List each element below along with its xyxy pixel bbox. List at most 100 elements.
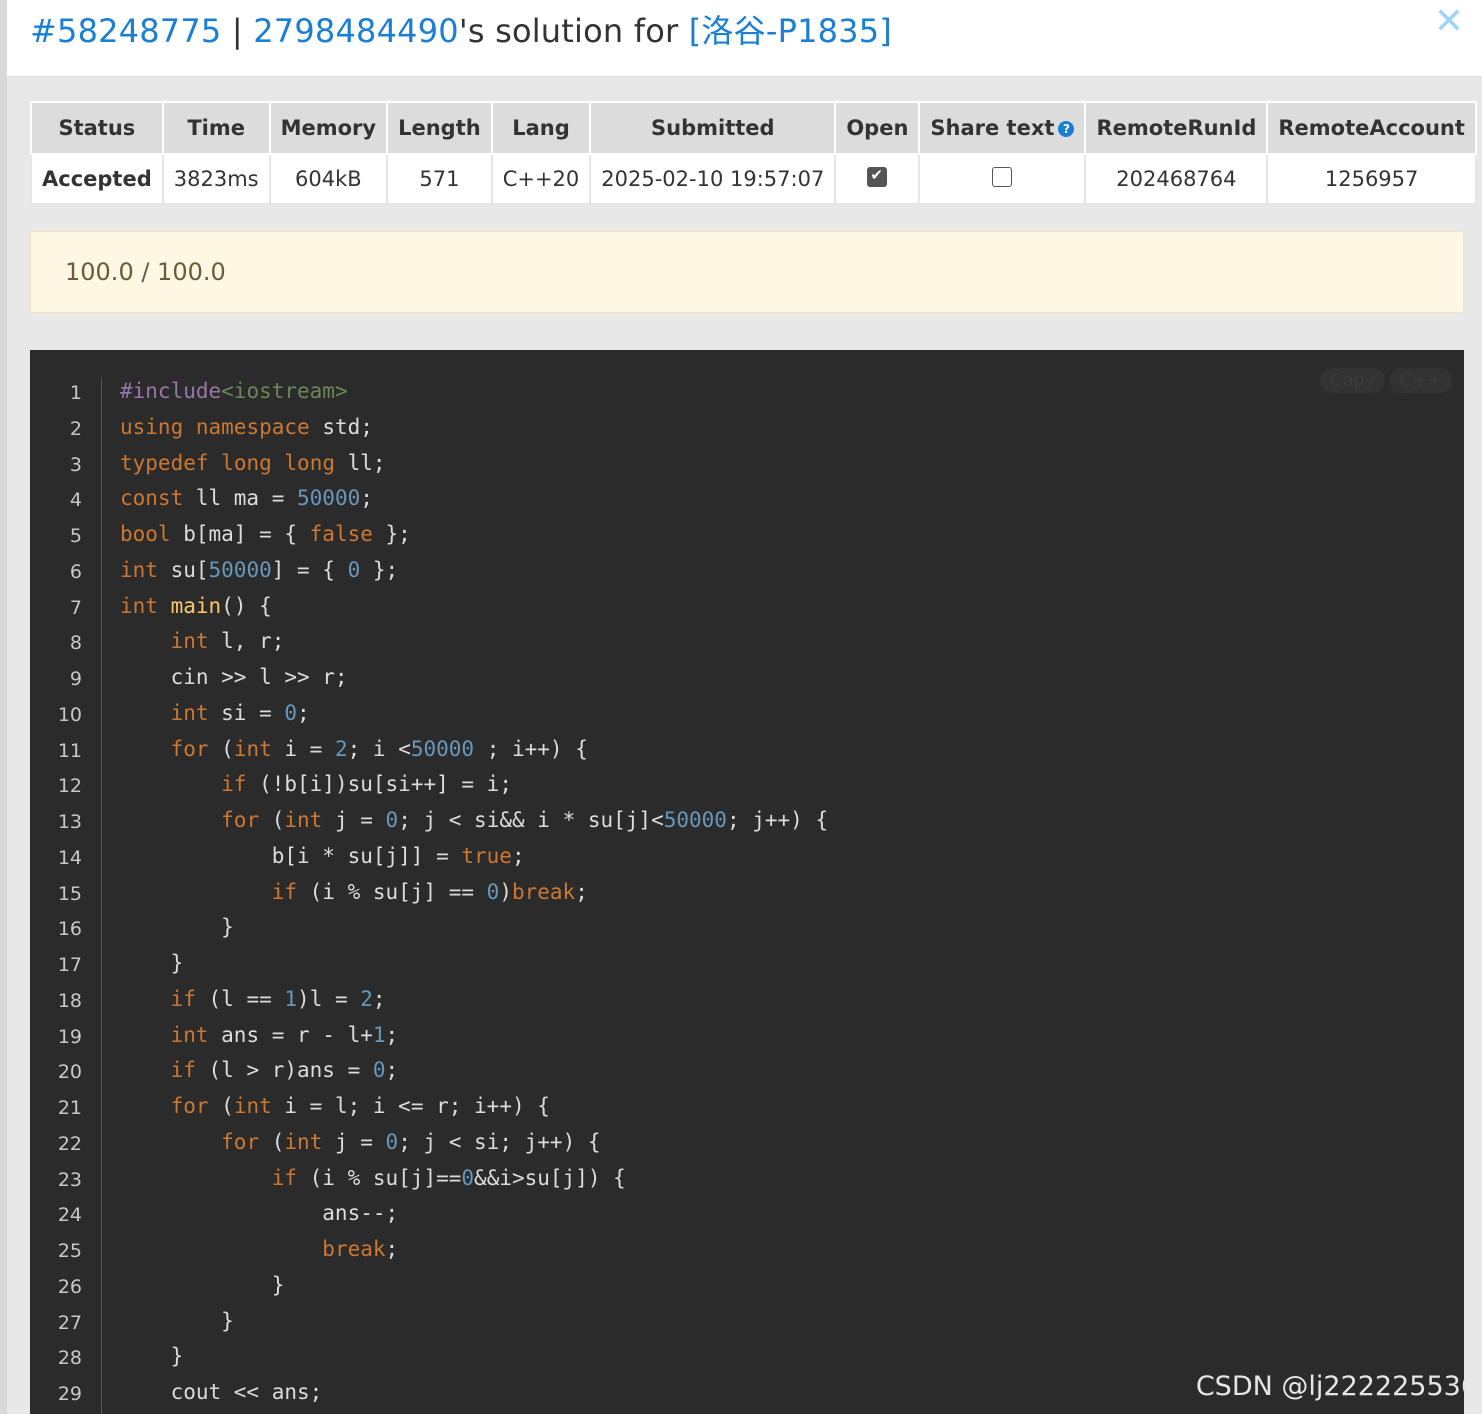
line-number: 10 (57, 703, 82, 726)
code-line: #include<iostream> (120, 379, 348, 403)
code-line: ans--; (120, 1201, 399, 1226)
problem-link[interactable]: [洛谷-P1835] (689, 12, 892, 50)
col-header-time: Time (161, 101, 271, 155)
submission-id-link[interactable]: #58248775 (30, 12, 222, 50)
line-number: 1 (69, 382, 82, 404)
code-line: cout << ans; (120, 1380, 323, 1404)
line-number: 2 (69, 417, 82, 440)
code-line: int ans = r - l+1; (170, 1022, 399, 1047)
remote-account-cell: 1256957 (1266, 153, 1477, 205)
col-header-lang: Lang (490, 101, 592, 155)
line-number: 7 (69, 596, 82, 619)
col-header-status: Status (30, 101, 164, 155)
line-number: 18 (57, 989, 82, 1012)
score-panel: 100.0 / 100.0 (30, 231, 1464, 313)
code-line: } (120, 915, 234, 940)
line-number: 17 (57, 954, 82, 976)
col-header-length: Length (386, 101, 493, 155)
col-header-submitted: Submitted (589, 101, 837, 155)
submission-info-table: Status Time Memory Length Lang Submitted… (30, 101, 1477, 205)
col-header-share-text: Share text? (918, 101, 1087, 155)
title-separator: | (221, 12, 254, 50)
table-header-row: Status Time Memory Length Lang Submitted… (30, 101, 1477, 155)
code-line: break; (322, 1237, 399, 1261)
code-language-badge: C++ (1389, 368, 1452, 393)
line-number: 9 (69, 668, 82, 690)
line-number: 24 (57, 1204, 82, 1227)
code-line: const ll ma = 50000; (120, 486, 373, 511)
watermark: CSDN @lj222225536 (1195, 1371, 1478, 1402)
solution-modal: #58248775 | 2798484490's solution for [洛… (7, 0, 1482, 1414)
length-cell: 571 (386, 153, 493, 205)
line-number: 28 (57, 1347, 82, 1370)
code-line: using namespace std; (120, 414, 373, 439)
code-line: for (int j = 0; j < si&& i * su[j]<50000… (221, 808, 829, 832)
code-line: } (120, 1344, 184, 1369)
line-number: 20 (57, 1061, 82, 1084)
col-header-remote-account: RemoteAccount (1266, 101, 1477, 155)
background-page-strip (0, 0, 7, 1414)
code-line: for (int i = l; i <= r; i++) { (170, 1094, 550, 1118)
code-line: } (120, 1272, 285, 1297)
code-line: int main() { (120, 593, 272, 618)
code-line: cin >> l >> r; (120, 665, 348, 689)
line-number-divider (101, 378, 102, 1414)
title-mid-text: 's solution for (458, 12, 689, 50)
code-line: } (120, 1308, 234, 1333)
line-number: 16 (57, 918, 82, 941)
line-number: 8 (69, 632, 82, 655)
line-number: 22 (57, 1132, 82, 1155)
open-cell (834, 153, 921, 205)
code-line: if (i % su[j]==0&&i>su[j]) { (271, 1165, 626, 1190)
share-text-cell (918, 153, 1087, 205)
line-number: 21 (57, 1097, 82, 1119)
status-cell: Accepted (30, 153, 164, 205)
open-checkbox[interactable] (867, 166, 888, 187)
line-number: 23 (57, 1168, 82, 1191)
line-number: 26 (57, 1275, 82, 1298)
line-number: 11 (57, 739, 82, 762)
line-number: 12 (57, 775, 82, 798)
line-number: 27 (57, 1311, 82, 1334)
lang-cell: C++20 (490, 153, 592, 205)
code-line: int l, r; (170, 629, 285, 654)
code-line: } (120, 951, 184, 975)
score-text: 100.0 / 100.0 (65, 258, 226, 286)
code-toolbar: Copy C++ (1316, 368, 1452, 393)
line-number: 25 (57, 1240, 82, 1262)
remote-run-id-link[interactable]: 202468764 (1084, 153, 1269, 205)
close-icon[interactable]: ✕ (1434, 4, 1464, 40)
col-header-open: Open (834, 101, 921, 155)
line-number: 14 (57, 846, 82, 869)
submitted-cell: 2025-02-10 19:57:07 (589, 153, 837, 205)
share-text-label: Share text (930, 116, 1055, 140)
col-header-remote-run-id: RemoteRunId (1084, 101, 1269, 155)
code-block: Copy C++ 1 #include<iostream> 2 using namesp… (30, 350, 1464, 1414)
copy-button[interactable]: Copy (1319, 368, 1386, 393)
code-line: int su[50000] = { 0 }; (120, 557, 399, 582)
code-line: if (!b[i])su[si++] = i; (221, 772, 512, 797)
line-number: 19 (57, 1025, 82, 1048)
modal-title: #58248775 | 2798484490's solution for [洛… (30, 6, 892, 52)
code-line: if (l > r)ans = 0; (170, 1058, 399, 1083)
memory-cell: 604kB (268, 153, 389, 205)
line-number: 6 (69, 560, 82, 583)
time-cell: 3823ms (161, 153, 271, 205)
line-number: 15 (57, 882, 82, 905)
code-line: int si = 0; (170, 700, 310, 725)
line-number: 29 (57, 1383, 82, 1405)
help-icon[interactable]: ? (1058, 121, 1075, 137)
modal-header: #58248775 | 2798484490's solution for [洛… (7, 0, 1482, 77)
code-line: if (l == 1)l = 2; (170, 986, 386, 1011)
col-header-memory: Memory (268, 101, 389, 155)
line-number: 5 (69, 525, 82, 547)
code-line: if (i % su[j] == 0)break; (271, 879, 588, 904)
share-text-checkbox[interactable] (992, 167, 1013, 187)
code-line: typedef long long ll; (120, 450, 386, 475)
user-link[interactable]: 2798484490 (253, 12, 459, 50)
code-line: bool b[ma] = { false }; (120, 522, 411, 546)
line-number: 13 (57, 811, 82, 833)
code-line: for (int i = 2; i <50000 ; i++) { (170, 736, 588, 761)
line-number: 4 (69, 489, 82, 512)
code-line: b[i * su[j]] = true; (120, 843, 525, 868)
